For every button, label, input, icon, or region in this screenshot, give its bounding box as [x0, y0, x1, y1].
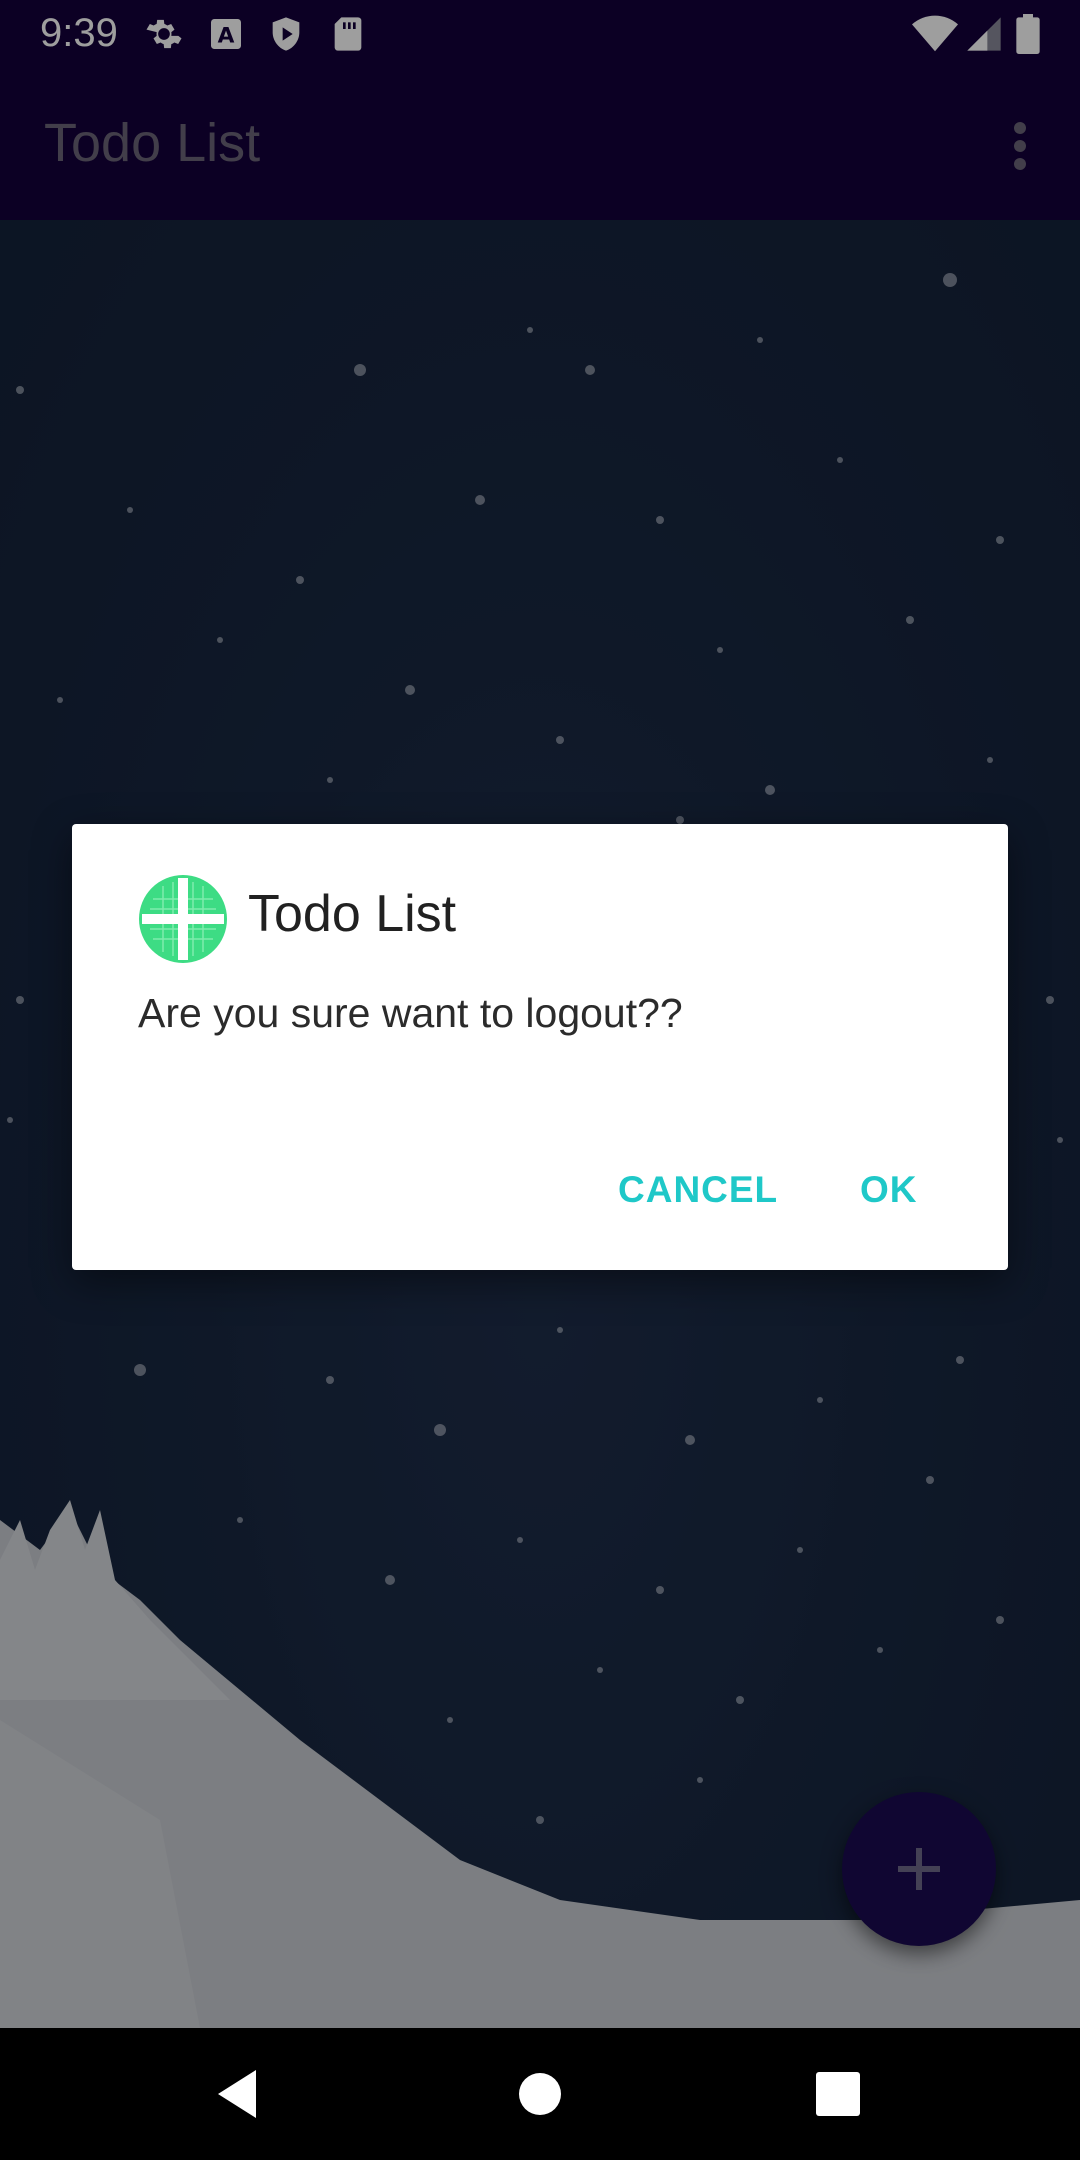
home-icon[interactable]	[510, 2064, 570, 2124]
navigation-bar	[0, 2028, 1080, 2160]
dialog-title: Todo List	[248, 885, 457, 943]
ok-button[interactable]: OK	[860, 1162, 918, 1218]
recents-icon[interactable]	[808, 2064, 868, 2124]
logout-dialog: Todo List Are you sure want to logout?? …	[72, 824, 1008, 1270]
screen: 9:39 A Todo List Todo List Are you sure …	[0, 0, 1080, 2160]
app-logo-icon	[138, 874, 228, 964]
back-icon[interactable]	[210, 2064, 270, 2124]
cancel-button[interactable]: CANCEL	[618, 1162, 778, 1218]
dialog-message: Are you sure want to logout??	[138, 990, 683, 1036]
